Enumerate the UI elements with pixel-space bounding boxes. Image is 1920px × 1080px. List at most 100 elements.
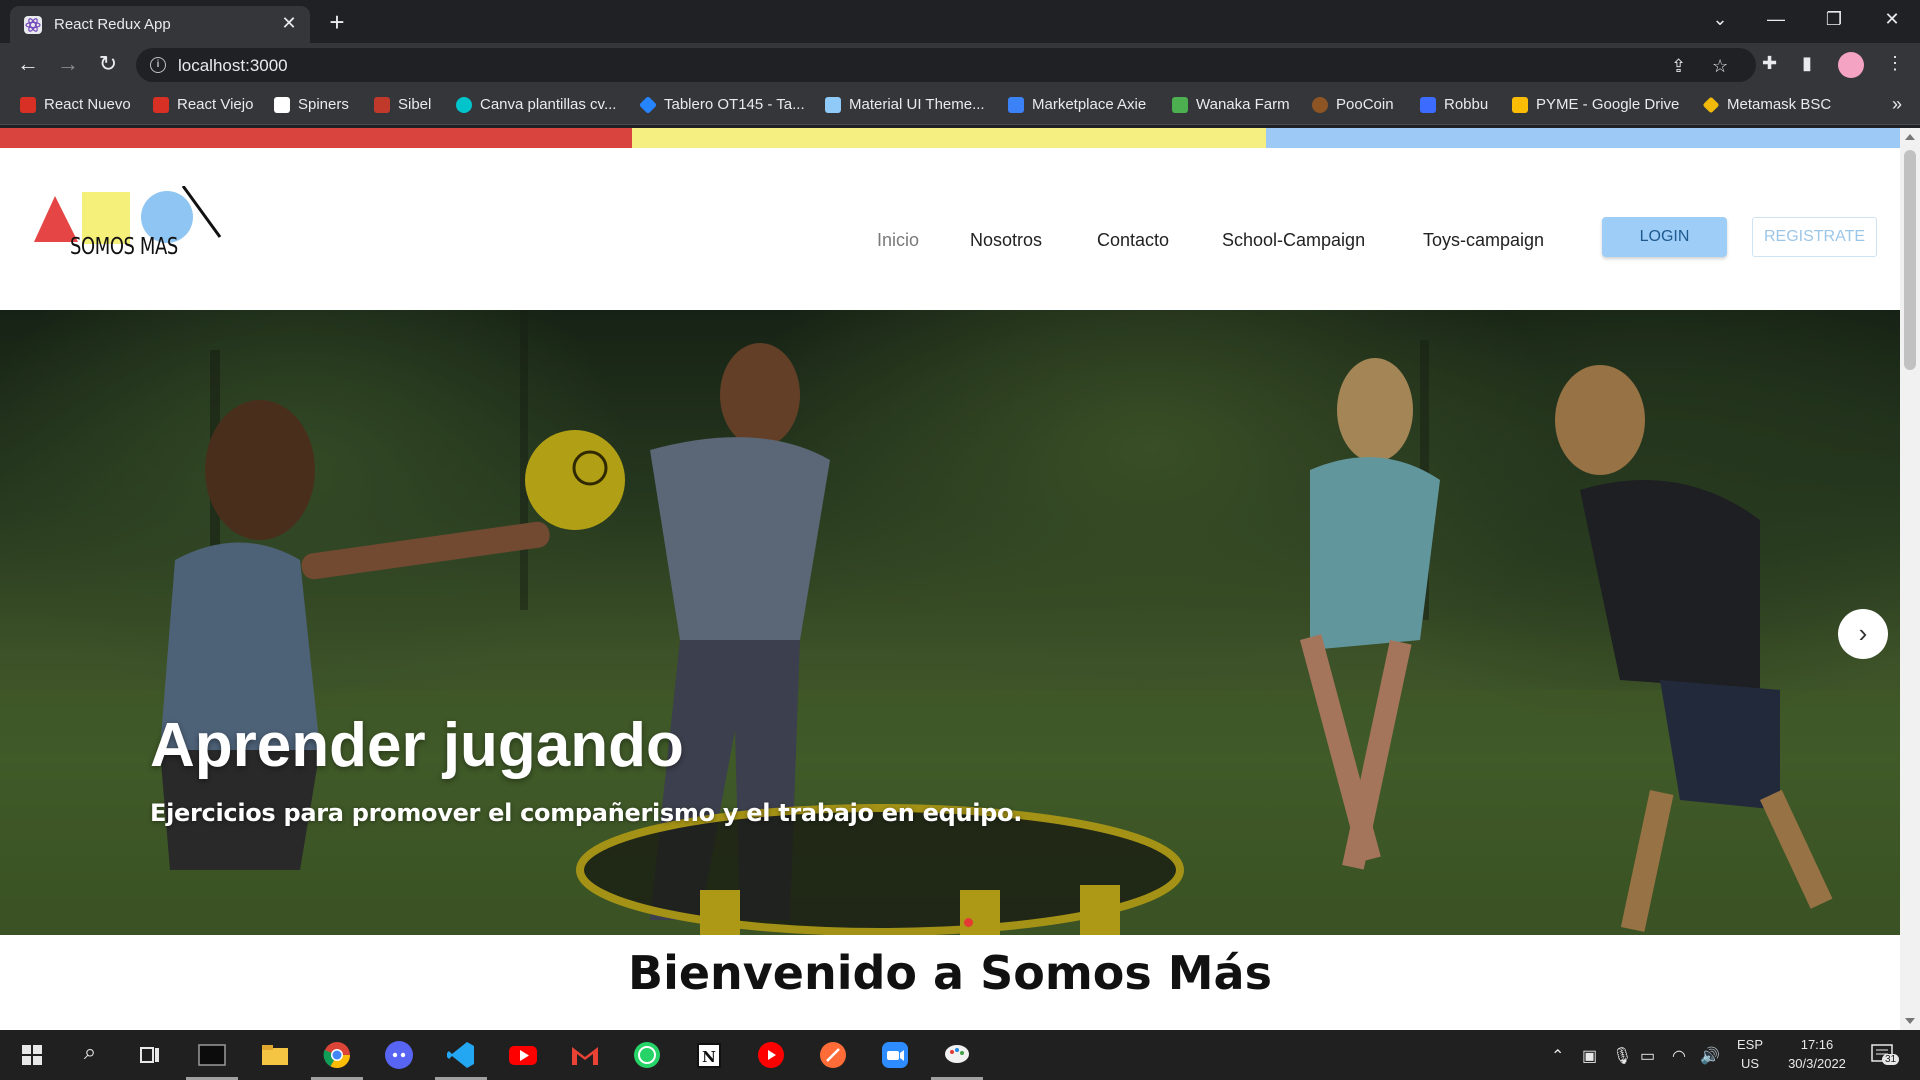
nav-nosotros[interactable]: Nosotros — [970, 230, 1042, 251]
wanaka-icon — [1172, 96, 1188, 113]
terminal-icon[interactable] — [186, 1039, 238, 1080]
share-icon[interactable]: ⇪ — [1671, 56, 1686, 77]
gmail-icon — [20, 96, 36, 113]
discord-icon[interactable] — [383, 1039, 415, 1071]
bookmark-poocoin[interactable]: PooCoin — [1312, 96, 1394, 113]
volume-icon[interactable]: 🔊 — [1700, 1046, 1720, 1066]
restore-icon[interactable]: ❐ — [1806, 0, 1862, 40]
notion-icon[interactable]: N — [693, 1039, 725, 1071]
binance-icon — [1702, 96, 1720, 113]
scrollbar-thumb[interactable] — [1904, 150, 1916, 370]
paint-icon[interactable] — [931, 1039, 983, 1080]
microphone-icon[interactable]: 🎙 — [1612, 1046, 1632, 1066]
react-icon — [24, 16, 42, 34]
axie-icon — [1008, 96, 1024, 113]
address-bar[interactable]: i localhost:3000 ⇪ ☆ — [136, 48, 1756, 82]
scroll-up-icon[interactable] — [1905, 134, 1915, 140]
postman-icon[interactable] — [817, 1039, 849, 1071]
sibel-icon — [374, 96, 390, 113]
show-hidden-icons-icon[interactable]: ⌃ — [1551, 1046, 1564, 1066]
carousel-next-button[interactable]: › — [1838, 609, 1888, 659]
bookmark-spiners[interactable]: Spiners — [274, 96, 349, 113]
google-drive-icon — [1512, 96, 1528, 113]
browser-tab[interactable]: React Redux App ✕ — [10, 6, 310, 43]
task-view-icon[interactable] — [134, 1039, 166, 1071]
notifications-icon[interactable]: 31 — [1870, 1042, 1900, 1073]
hero-overlay — [0, 310, 1900, 935]
bookmark-react-nuevo[interactable]: React Nuevo — [20, 96, 131, 113]
battery-icon[interactable]: ▭ — [1640, 1046, 1655, 1066]
bookmark-react-viejo[interactable]: React Viejo — [153, 96, 253, 113]
bookmark-wanaka-farm[interactable]: Wanaka Farm — [1172, 96, 1290, 113]
canva-icon — [456, 96, 472, 113]
chrome-icon[interactable] — [311, 1039, 363, 1080]
youtube-music-icon[interactable] — [755, 1039, 787, 1071]
material-ui-icon — [825, 96, 841, 113]
extensions-icon[interactable]: ✚ — [1762, 53, 1777, 74]
color-stripe-blue — [1266, 128, 1900, 148]
nav-school-campaign[interactable]: School-Campaign — [1222, 230, 1365, 251]
scroll-down-icon[interactable] — [1905, 1018, 1915, 1024]
side-panel-icon[interactable]: ▮ — [1802, 53, 1812, 74]
carousel-indicator-dot[interactable] — [964, 918, 973, 927]
file-explorer-icon[interactable] — [259, 1039, 291, 1071]
youtube-icon[interactable] — [507, 1039, 539, 1071]
hero-subtitle: Ejercicios para promover el compañerismo… — [150, 799, 1023, 827]
device-icon[interactable]: ▣ — [1582, 1046, 1597, 1066]
hero-carousel: Aprender jugando Ejercicios para promove… — [0, 310, 1900, 935]
tab-search-icon[interactable]: ⌄ — [1692, 0, 1748, 40]
page-viewport: SOMOS MAS Inicio Nosotros Contacto Schoo… — [0, 128, 1920, 1030]
bookmark-marketplace-axie[interactable]: Marketplace Axie — [1008, 96, 1146, 113]
back-icon[interactable]: ← — [14, 51, 42, 79]
input-language[interactable]: ESP US — [1733, 1037, 1767, 1071]
site-header: SOMOS MAS Inicio Nosotros Contacto Schoo… — [0, 148, 1900, 310]
poocoin-icon — [1312, 96, 1328, 113]
menu-icon[interactable]: ⋮ — [1886, 53, 1904, 74]
site-logo[interactable]: SOMOS MAS — [34, 185, 224, 271]
windows-start-icon[interactable] — [16, 1039, 48, 1071]
register-button[interactable]: REGISTRATE — [1752, 217, 1877, 257]
forward-icon[interactable]: → — [54, 51, 82, 79]
minimize-icon[interactable]: — — [1748, 0, 1804, 40]
nav-contacto[interactable]: Contacto — [1097, 230, 1169, 251]
zoom-icon[interactable] — [879, 1039, 911, 1071]
spiners-icon — [274, 96, 290, 113]
profile-avatar[interactable] — [1838, 52, 1864, 78]
close-tab-icon[interactable]: ✕ — [278, 12, 300, 34]
site-info-icon[interactable]: i — [150, 57, 166, 73]
browser-toolbar: ← → ↻ i localhost:3000 ⇪ ☆ ✚ ▮ ⋮ — [0, 43, 1920, 87]
windows-taskbar: ⌕ N ⌃ ▣ 🎙 ▭ ◠ 🔊 ESP US 17:16 30/3/2022 3… — [0, 1030, 1920, 1080]
nav-inicio[interactable]: Inicio — [877, 230, 919, 251]
nav-toys-campaign[interactable]: Toys-campaign — [1423, 230, 1544, 251]
whatsapp-icon[interactable] — [631, 1039, 663, 1071]
login-button[interactable]: LOGIN — [1602, 217, 1727, 257]
bookmarks-bar: React Nuevo React Viejo Spiners Sibel Ca… — [0, 87, 1920, 125]
page-scrollbar[interactable] — [1900, 128, 1920, 1030]
bookmark-material-ui[interactable]: Material UI Theme... — [825, 96, 985, 113]
bookmark-tablero[interactable]: Tablero OT145 - Ta... — [638, 95, 805, 114]
close-window-icon[interactable]: ✕ — [1864, 0, 1920, 40]
vscode-icon[interactable] — [435, 1039, 487, 1080]
gmail-icon[interactable] — [569, 1039, 601, 1071]
new-tab-icon[interactable]: + — [322, 8, 352, 38]
wifi-icon[interactable]: ◠ — [1672, 1046, 1686, 1066]
bookmark-canva[interactable]: Canva plantillas cv... — [456, 96, 616, 113]
more-bookmarks-icon[interactable]: » — [1892, 94, 1902, 115]
bookmark-pyme-drive[interactable]: PYME - Google Drive — [1512, 96, 1679, 113]
bookmark-metamask-bsc[interactable]: Metamask BSC — [1702, 96, 1831, 113]
reload-icon[interactable]: ↻ — [94, 51, 122, 79]
logo-text: SOMOS MAS — [70, 234, 178, 260]
color-stripe-red — [0, 128, 632, 148]
bookmark-robbu[interactable]: Robbu — [1420, 96, 1488, 113]
jira-icon — [638, 95, 658, 114]
bookmark-sibel[interactable]: Sibel — [374, 96, 431, 113]
clock[interactable]: 17:16 30/3/2022 — [1770, 1037, 1864, 1071]
search-icon[interactable]: ⌕ — [74, 1039, 106, 1071]
notification-count-badge: 31 — [1882, 1054, 1900, 1065]
gmail-icon — [153, 96, 169, 113]
bookmark-star-icon[interactable]: ☆ — [1712, 56, 1728, 77]
color-stripe-yellow — [632, 128, 1266, 148]
tab-title: React Redux App — [54, 16, 171, 33]
browser-titlebar: React Redux App ✕ + ⌄ — ❐ ✕ — [0, 0, 1920, 43]
url-text[interactable]: localhost:3000 — [178, 56, 288, 76]
